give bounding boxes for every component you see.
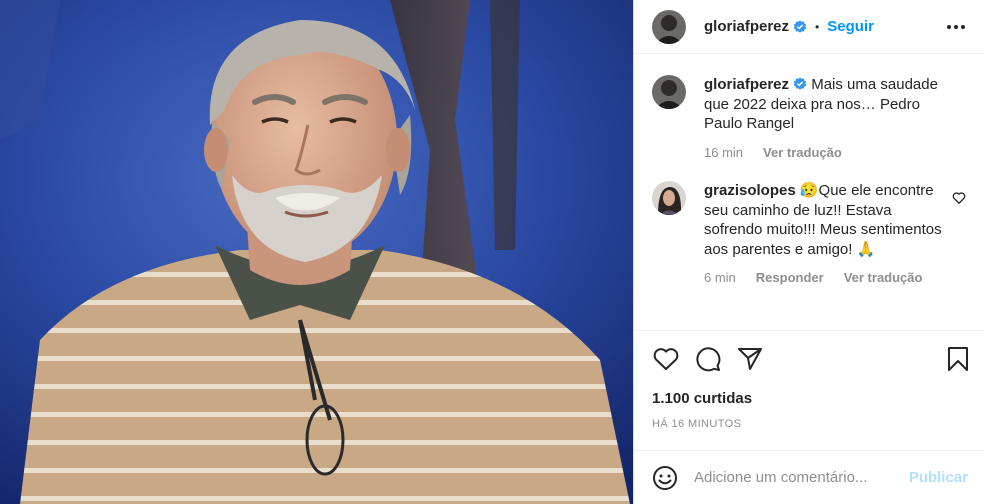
share-button[interactable] — [736, 345, 764, 373]
comment-button[interactable] — [694, 345, 722, 373]
translate-link[interactable]: Ver tradução — [763, 143, 842, 163]
avatar-image — [652, 75, 686, 109]
comments-section: gloriafperez Mais uma saudade que 2022 d… — [634, 55, 984, 331]
comment-like-icon[interactable] — [952, 191, 966, 205]
commenter-avatar[interactable] — [652, 181, 686, 215]
separator-dot: • — [815, 19, 820, 34]
avatar-image — [652, 181, 686, 215]
comment-item: grazisolopes 😥Que ele encontre seu camin… — [652, 181, 970, 288]
verified-badge-icon — [793, 19, 807, 33]
comment-username[interactable]: grazisolopes — [704, 182, 796, 199]
author-username[interactable]: gloriafperez — [704, 18, 789, 35]
caption-time[interactable]: 16 min — [704, 143, 743, 163]
bookmark-icon — [948, 347, 968, 371]
comment-icon — [696, 347, 721, 372]
post-sidebar: gloriafperez • Seguir gloriafperez Mais … — [633, 0, 984, 504]
caption-username[interactable]: gloriafperez — [704, 76, 789, 93]
caption-item: gloriafperez Mais uma saudade que 2022 d… — [652, 75, 970, 162]
comment-meta: 6 min Responder Ver tradução — [704, 268, 944, 288]
instagram-post: gloriafperez • Seguir gloriafperez Mais … — [0, 0, 984, 504]
follow-button[interactable]: Seguir — [827, 18, 874, 35]
more-horizontal-icon — [947, 24, 965, 29]
like-button[interactable] — [652, 345, 680, 373]
comment-body: grazisolopes 😥Que ele encontre seu camin… — [704, 181, 944, 288]
translate-link[interactable]: Ver tradução — [844, 268, 923, 288]
post-timestamp: HÁ 16 MINUTOS — [652, 418, 742, 430]
more-options-button[interactable] — [944, 15, 968, 39]
post-image[interactable] — [0, 0, 633, 504]
reply-link[interactable]: Responder — [756, 268, 824, 288]
publish-button[interactable]: Publicar — [909, 469, 968, 486]
comment-input[interactable] — [694, 469, 894, 486]
caption-body: gloriafperez Mais uma saudade que 2022 d… — [704, 75, 944, 162]
verified-badge-icon — [793, 77, 807, 90]
paper-plane-icon — [738, 348, 762, 370]
heart-icon — [653, 348, 679, 370]
author-avatar[interactable] — [652, 9, 686, 44]
comment-time[interactable]: 6 min — [704, 268, 736, 288]
save-button[interactable] — [944, 345, 972, 373]
action-bar — [652, 344, 972, 374]
caption-meta: 16 min Ver tradução — [704, 143, 944, 163]
likes-count[interactable]: 1.100 curtidas — [652, 390, 752, 407]
add-comment-bar: Publicar — [634, 450, 984, 504]
emoji-icon[interactable] — [652, 465, 678, 491]
avatar-image — [652, 9, 686, 44]
portrait-illustration — [0, 0, 633, 504]
post-header: gloriafperez • Seguir — [634, 0, 984, 54]
caption-avatar[interactable] — [652, 75, 686, 109]
